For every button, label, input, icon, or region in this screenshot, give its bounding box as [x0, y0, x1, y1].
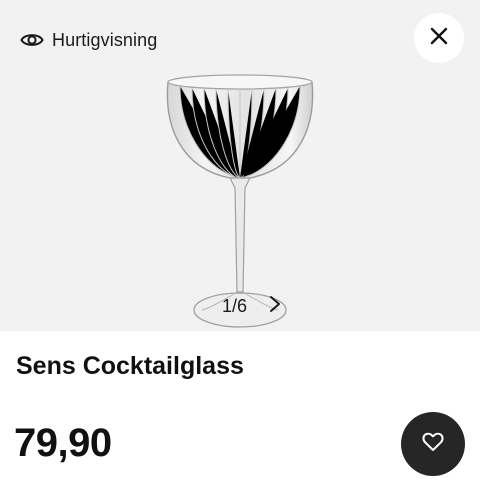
product-price: 79,90: [14, 421, 112, 465]
quickview-label: Hurtigvisning: [52, 29, 158, 50]
quickview-indicator: Hurtigvisning: [20, 26, 157, 54]
favorite-button[interactable]: [401, 412, 465, 476]
product-title[interactable]: Sens Cocktailglass: [16, 352, 244, 381]
image-pager: 1/6: [222, 293, 281, 319]
next-image-button[interactable]: [269, 295, 281, 318]
product-image[interactable]: [150, 70, 330, 331]
image-counter: 1/6: [222, 295, 248, 316]
eye-icon: [20, 31, 44, 49]
chevron-right-icon: [269, 295, 281, 318]
close-button[interactable]: [414, 13, 464, 63]
heart-icon: [422, 432, 444, 457]
product-image-area: Hurtigvisning 1/6: [0, 0, 480, 331]
close-icon: [430, 27, 448, 50]
